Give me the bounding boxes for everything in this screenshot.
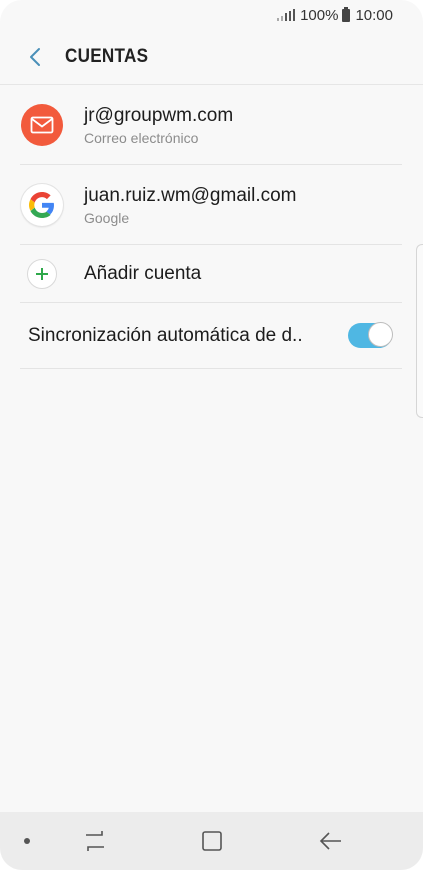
signal-icon <box>277 9 296 21</box>
auto-sync-toggle[interactable] <box>348 322 393 348</box>
page-title: CUENTAS <box>65 46 149 67</box>
account-email: jr@groupwm.com <box>84 104 234 126</box>
plus-icon <box>27 258 57 289</box>
accounts-list: jr@groupwm.com Correo electrónico juan.r… <box>20 85 402 369</box>
clock: 10:00 <box>355 6 393 24</box>
nav-dot-icon <box>24 838 30 844</box>
back-icon <box>319 832 341 850</box>
status-bar: 100% 10:00 <box>0 0 423 30</box>
battery-percent: 100% <box>300 6 339 24</box>
app-bar: CUENTAS <box>0 30 423 85</box>
mail-icon <box>21 103 63 146</box>
account-type: Google <box>84 209 130 226</box>
add-account-label: Añadir cuenta <box>84 262 202 284</box>
battery-icon <box>342 6 351 22</box>
navigation-bar <box>0 812 423 870</box>
edge-panel-handle[interactable] <box>416 244 423 418</box>
account-email: juan.ruiz.wm@gmail.com <box>84 184 297 206</box>
google-icon <box>21 183 63 226</box>
recents-button[interactable] <box>82 829 108 853</box>
home-button[interactable] <box>199 829 225 853</box>
back-button[interactable] <box>20 42 50 72</box>
auto-sync-row[interactable]: Sincronización automática de d.. <box>20 303 402 369</box>
recents-icon <box>86 831 104 851</box>
back-nav-button[interactable] <box>318 829 344 853</box>
chevron-left-icon <box>30 48 40 66</box>
account-item-google[interactable]: juan.ruiz.wm@gmail.com Google <box>20 165 402 245</box>
home-icon <box>202 831 222 851</box>
toggle-knob <box>368 322 393 347</box>
account-type: Correo electrónico <box>84 129 199 146</box>
add-account-button[interactable]: Añadir cuenta <box>20 245 402 303</box>
auto-sync-label: Sincronización automática de d.. <box>28 324 303 346</box>
account-item-work[interactable]: jr@groupwm.com Correo electrónico <box>20 85 402 165</box>
screen: 100% 10:00 CUENTAS jr@groupwm.com Correo… <box>0 0 423 870</box>
